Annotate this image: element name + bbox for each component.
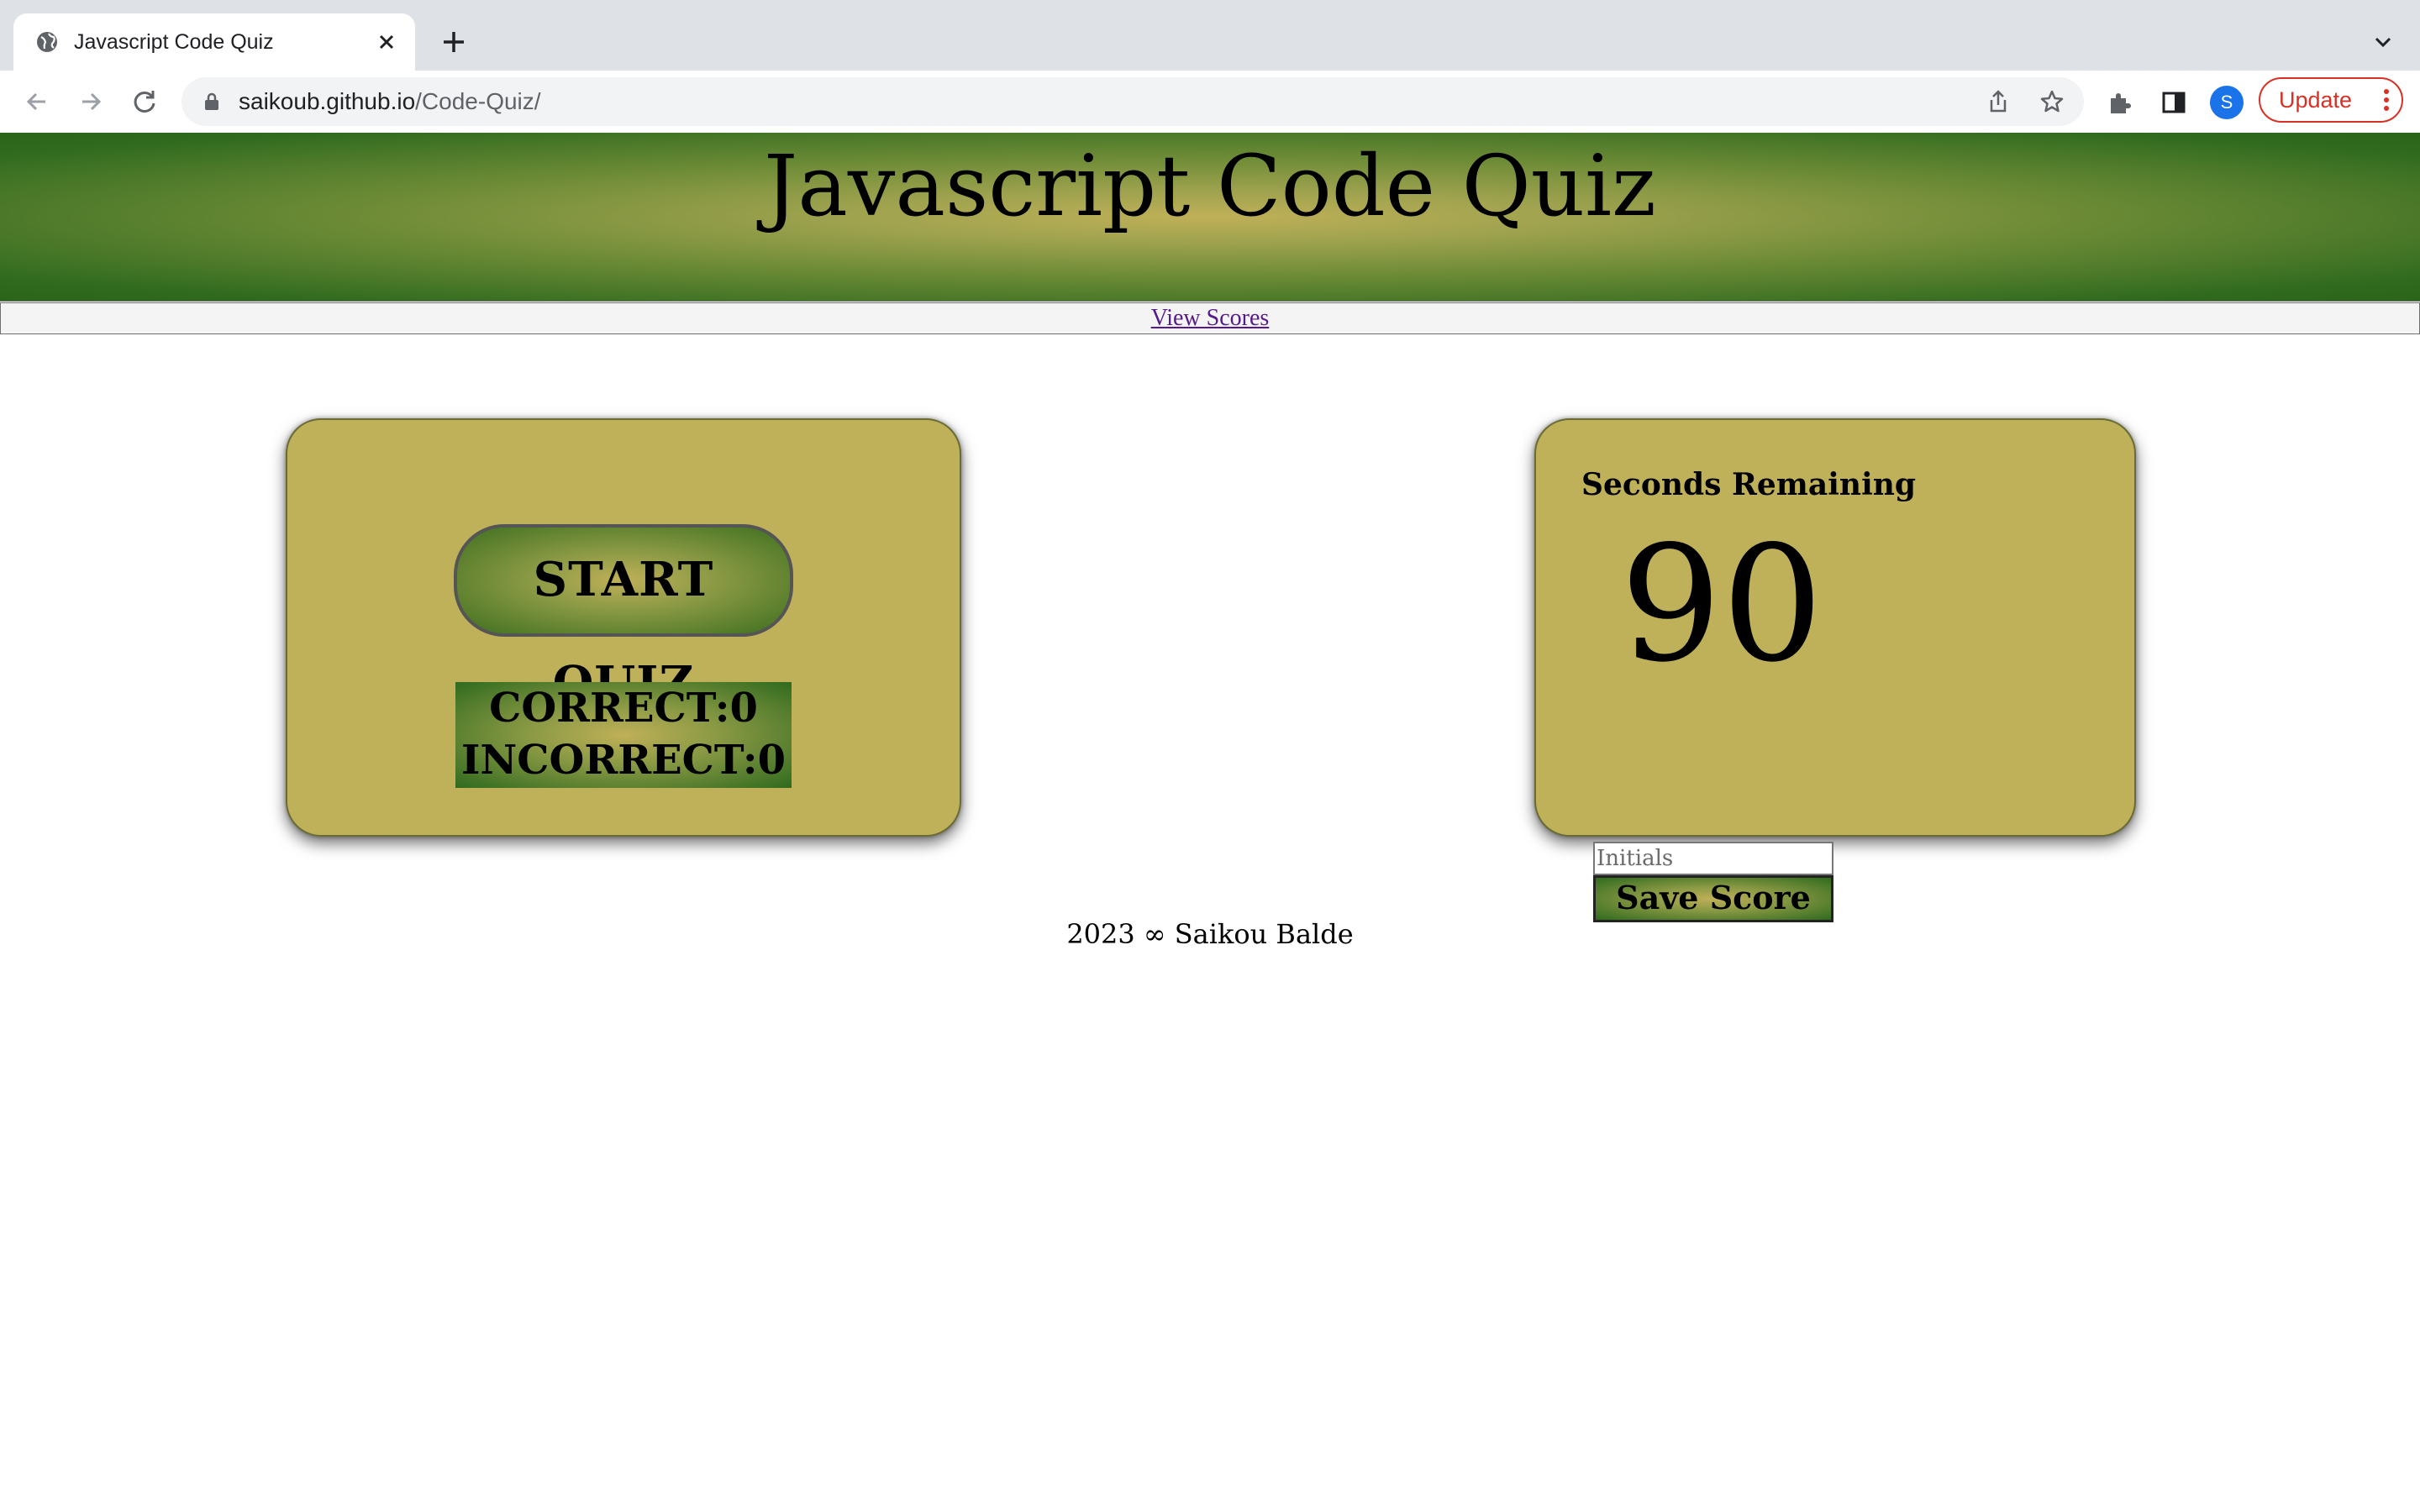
address-bar[interactable]: saikoub.github.io/Code-Quiz/ — [182, 77, 2084, 126]
share-icon[interactable] — [1985, 88, 2012, 115]
update-button[interactable]: Update — [2259, 77, 2403, 123]
start-quiz-button[interactable]: START QUIZ — [454, 524, 793, 711]
page-title: Javascript Code Quiz — [764, 137, 1656, 235]
nav-bar: View Scores — [0, 302, 2420, 334]
view-scores-link[interactable]: View Scores — [1151, 305, 1270, 331]
timer-card: Seconds Remaining 90 Save Score — [1534, 418, 2136, 922]
tab-title: Javascript Code Quiz — [74, 30, 274, 54]
incorrect-count: INCORRECT:0 — [460, 737, 786, 784]
browser-tab[interactable]: Javascript Code Quiz — [13, 13, 415, 71]
initials-input[interactable] — [1593, 842, 1833, 875]
chevron-down-icon[interactable] — [2370, 29, 2396, 55]
browser-toolbar: saikoub.github.io/Code-Quiz/ S Update — [0, 71, 2420, 134]
side-panel-icon[interactable] — [2160, 88, 2188, 117]
bookmark-star-icon[interactable] — [2039, 88, 2065, 115]
footer-text: 2023 ∞ Saikou Balde — [1066, 918, 1354, 950]
extensions-puzzle-icon[interactable] — [2106, 88, 2134, 117]
quiz-control-card: START QUIZ CORRECT:0 INCORRECT:0 — [286, 418, 961, 837]
timer-label: Seconds Remaining — [1581, 467, 1917, 502]
profile-avatar[interactable]: S — [2210, 86, 2244, 119]
url-text[interactable]: saikoub.github.io/Code-Quiz/ — [239, 87, 541, 116]
lock-icon[interactable] — [202, 92, 222, 112]
back-arrow-icon[interactable] — [20, 85, 54, 118]
header-banner: Javascript Code Quiz — [0, 133, 2420, 302]
correct-count: CORRECT:0 — [489, 685, 758, 732]
page-content: Javascript Code Quiz View Scores START Q… — [0, 133, 2420, 1512]
new-tab-icon[interactable] — [437, 25, 471, 59]
timer-value: 90 — [1620, 512, 1823, 697]
more-vert-icon[interactable] — [2383, 88, 2390, 112]
globe-icon — [37, 32, 57, 52]
url-host: saikoub.github.io — [239, 88, 416, 114]
reload-icon[interactable] — [128, 85, 161, 118]
score-box: CORRECT:0 INCORRECT:0 — [455, 682, 792, 788]
url-path: /Code-Quiz/ — [415, 88, 541, 114]
update-label: Update — [2279, 87, 2353, 113]
close-icon[interactable] — [373, 29, 400, 55]
forward-arrow-icon[interactable] — [74, 85, 108, 118]
browser-tabstrip: Javascript Code Quiz — [0, 0, 2420, 71]
